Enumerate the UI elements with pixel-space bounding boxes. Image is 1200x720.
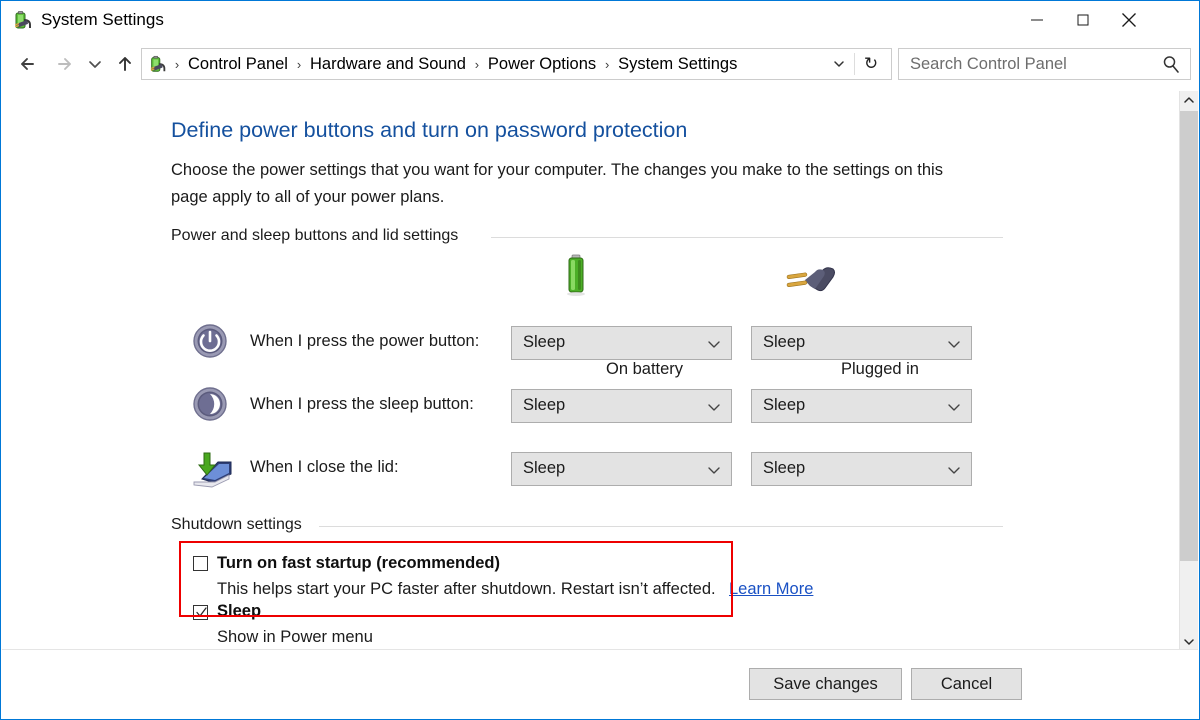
- recent-locations-chevron-icon[interactable]: [83, 49, 107, 79]
- breadcrumb[interactable]: › Control Panel › Hardware and Sound › P…: [141, 48, 892, 80]
- fast-startup-checkbox[interactable]: [193, 556, 208, 571]
- row-label-close-lid: When I close the lid:: [250, 458, 399, 477]
- title-bar: System Settings: [1, 1, 1199, 39]
- dialog-footer: Save changes Cancel: [2, 649, 1198, 718]
- power-button-on-battery-dropdown[interactable]: Sleep: [511, 326, 732, 360]
- battery-icon: [560, 253, 594, 302]
- page-title: Define power buttons and turn on passwor…: [171, 118, 687, 143]
- breadcrumb-separator: ›: [598, 57, 616, 72]
- breadcrumb-item-power-options[interactable]: Power Options: [486, 55, 598, 74]
- breadcrumb-item-control-panel[interactable]: Control Panel: [186, 55, 290, 74]
- search-input[interactable]: [908, 54, 1152, 75]
- sleep-button-plugged-in-dropdown[interactable]: Sleep: [751, 389, 972, 423]
- selected-value: Sleep: [523, 396, 565, 415]
- scroll-up-arrow[interactable]: [1180, 91, 1198, 109]
- divider: [854, 53, 855, 75]
- window-title: System Settings: [41, 10, 164, 30]
- section-divider: [491, 237, 1003, 238]
- close-icon: [1122, 12, 1137, 27]
- forward-arrow: [50, 49, 80, 79]
- power-button-plugged-in-dropdown[interactable]: Sleep: [751, 326, 972, 360]
- up-arrow[interactable]: [110, 49, 140, 79]
- sleep-button-on-battery-dropdown[interactable]: Sleep: [511, 389, 732, 423]
- selected-value: Sleep: [763, 333, 805, 352]
- breadcrumb-separator: ›: [468, 57, 486, 72]
- close-button[interactable]: [1106, 1, 1152, 38]
- section-label-shutdown: Shutdown settings: [171, 516, 310, 534]
- power-plug-icon: [783, 261, 837, 302]
- power-button-icon: [192, 323, 228, 359]
- selected-value: Sleep: [523, 333, 565, 352]
- scroll-thumb[interactable]: [1180, 111, 1198, 561]
- selected-value: Sleep: [763, 459, 805, 478]
- breadcrumb-separator: ›: [168, 57, 186, 72]
- row-label-power-button: When I press the power button:: [250, 332, 479, 351]
- close-lid-plugged-in-dropdown[interactable]: Sleep: [751, 452, 972, 486]
- sleep-option-label: Sleep: [217, 602, 261, 621]
- sleep-option-description: Show in Power menu: [217, 628, 373, 647]
- fast-startup-label: Turn on fast startup (recommended): [217, 554, 500, 573]
- search-icon[interactable]: [1161, 54, 1181, 79]
- fast-startup-description: This helps start your PC faster after sh…: [217, 580, 716, 599]
- learn-more-link[interactable]: Learn More: [729, 580, 813, 599]
- highlight-box: [179, 541, 733, 617]
- chevron-down-icon: [707, 464, 721, 482]
- power-options-icon: [148, 54, 168, 74]
- sleep-button-icon: [192, 386, 228, 422]
- refresh-icon[interactable]: ↻: [857, 49, 885, 79]
- chevron-down-icon: [947, 401, 961, 419]
- chevron-down-icon: [707, 401, 721, 419]
- minimize-icon: [1031, 19, 1043, 20]
- minimize-button[interactable]: [1014, 1, 1060, 38]
- breadcrumb-item-hardware-and-sound[interactable]: Hardware and Sound: [308, 55, 468, 74]
- system-settings-window: System Settings: [0, 0, 1200, 720]
- address-bar: › Control Panel › Hardware and Sound › P…: [1, 39, 1199, 91]
- chevron-down-icon[interactable]: [827, 49, 851, 79]
- selected-value: Sleep: [763, 396, 805, 415]
- row-label-sleep-button: When I press the sleep button:: [250, 395, 474, 414]
- vertical-scrollbar[interactable]: [1179, 91, 1198, 651]
- chevron-down-icon: [707, 338, 721, 356]
- breadcrumb-separator: ›: [290, 57, 308, 72]
- page-description: Choose the power settings that you want …: [171, 157, 983, 211]
- back-arrow[interactable]: [14, 49, 44, 79]
- close-lid-on-battery-dropdown[interactable]: Sleep: [511, 452, 732, 486]
- search-box[interactable]: [898, 48, 1191, 80]
- section-divider: [319, 526, 1003, 527]
- save-changes-button[interactable]: Save changes: [749, 668, 902, 700]
- maximize-icon: [1078, 14, 1089, 25]
- close-lid-icon: [188, 449, 234, 489]
- chevron-down-icon: [947, 464, 961, 482]
- column-header-on-battery: On battery: [606, 360, 683, 379]
- section-label-power-sleep: Power and sleep buttons and lid settings: [171, 227, 466, 245]
- column-header-plugged-in: Plugged in: [841, 360, 919, 379]
- chevron-down-icon: [947, 338, 961, 356]
- selected-value: Sleep: [523, 459, 565, 478]
- breadcrumb-item-system-settings[interactable]: System Settings: [616, 55, 739, 74]
- sleep-checkbox[interactable]: [193, 605, 208, 620]
- cancel-button[interactable]: Cancel: [911, 668, 1022, 700]
- power-options-icon: [12, 9, 34, 31]
- checkmark-icon: [195, 606, 208, 619]
- content-area: Define power buttons and turn on passwor…: [2, 91, 1182, 651]
- maximize-button[interactable]: [1060, 1, 1106, 38]
